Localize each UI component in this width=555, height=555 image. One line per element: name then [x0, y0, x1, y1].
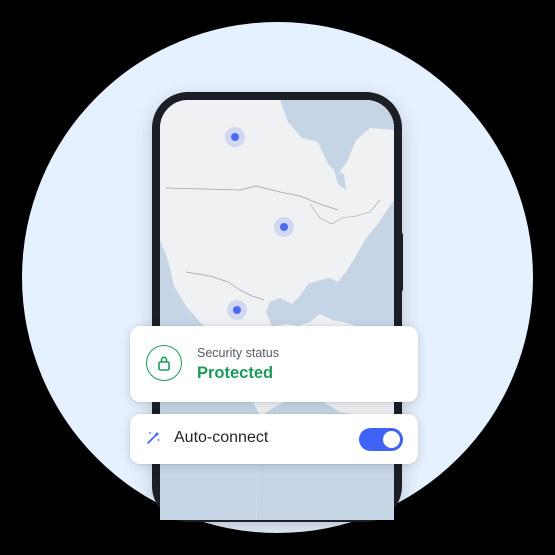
toggle-knob[interactable]: [383, 431, 400, 448]
server-pin-canada[interactable]: [225, 127, 245, 147]
security-status-card: Security status Protected: [130, 326, 418, 402]
lock-icon: [146, 345, 182, 381]
magic-wand-icon: [145, 430, 161, 451]
security-status-value: Protected: [197, 364, 274, 382]
server-pin-mexico[interactable]: [227, 300, 247, 320]
server-pin-usa[interactable]: [274, 217, 294, 237]
security-status-label: Security status: [197, 346, 279, 360]
auto-connect-card: Auto-connect: [130, 414, 418, 464]
phone-side-button: [399, 232, 403, 292]
auto-connect-label: Auto-connect: [174, 429, 269, 446]
auto-connect-toggle[interactable]: [359, 428, 403, 451]
